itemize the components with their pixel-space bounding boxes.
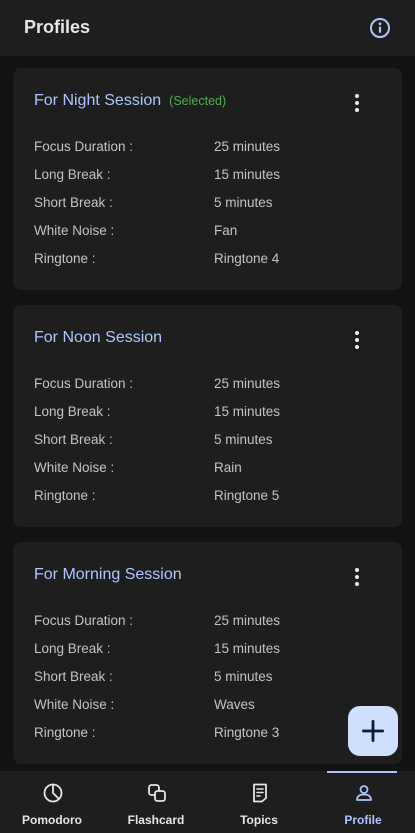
detail-value: Ringtone 5 — [214, 487, 280, 503]
person-icon — [353, 782, 375, 804]
detail-label: Ringtone : — [34, 250, 96, 266]
detail-value: 25 minutes — [214, 375, 281, 391]
detail-value: 25 minutes — [214, 138, 281, 154]
detail-value: 5 minutes — [214, 431, 273, 447]
profile-card[interactable]: For Noon Session Focus Duration : 25 minu… — [13, 305, 402, 527]
detail-value: 5 minutes — [214, 668, 273, 684]
flashcard-icon — [146, 782, 168, 804]
profile-details: Focus Duration : 25 minutes Long Break : 1… — [34, 132, 384, 272]
detail-row: Ringtone : Ringtone 5 — [34, 481, 384, 509]
detail-row: Ringtone : Ringtone 3 — [34, 718, 384, 746]
info-icon[interactable] — [369, 17, 391, 39]
detail-value: 15 minutes — [214, 166, 281, 182]
profile-card-header: For Morning Session — [34, 566, 182, 584]
detail-label: Short Break : — [34, 194, 113, 210]
profile-list[interactable]: For Night Session (Selected) Focus Durat… — [0, 56, 415, 771]
detail-label: Ringtone : — [34, 487, 96, 503]
detail-row: Focus Duration : 25 minutes — [34, 369, 384, 397]
detail-row: Short Break : 5 minutes — [34, 188, 384, 216]
nav-item-flashcard[interactable]: Flashcard — [104, 771, 208, 833]
page-title: Profiles — [24, 17, 91, 37]
nav-item-profile[interactable]: Profile — [311, 771, 415, 833]
nav-label: Topics — [240, 813, 278, 827]
profile-card-header: For Noon Session — [34, 329, 162, 347]
detail-label: Long Break : — [34, 640, 111, 656]
detail-row: Short Break : 5 minutes — [34, 425, 384, 453]
detail-label: Short Break : — [34, 668, 113, 684]
detail-value: Ringtone 4 — [214, 250, 280, 266]
detail-value: 5 minutes — [214, 194, 273, 210]
detail-value: Fan — [214, 222, 238, 238]
plus-icon — [362, 720, 384, 742]
detail-value: 25 minutes — [214, 612, 281, 628]
more-options-icon[interactable] — [347, 328, 367, 352]
profile-title: For Noon Session — [34, 329, 163, 346]
detail-row: White Noise : Fan — [34, 216, 384, 244]
app-root: Profiles For Night Session (Selected) Fo… — [0, 0, 415, 833]
app-bar: Profiles — [0, 0, 415, 56]
detail-row: Long Break : 15 minutes — [34, 634, 384, 662]
bottom-navigation: Pomodoro Flashcard Topics Profile — [0, 771, 415, 833]
detail-label: Focus Duration : — [34, 612, 134, 628]
profile-details: Focus Duration : 25 minutes Long Break : 1… — [34, 606, 384, 746]
detail-value: Rain — [214, 459, 242, 475]
detail-row: White Noise : Waves — [34, 690, 384, 718]
detail-label: Long Break : — [34, 403, 111, 419]
detail-label: White Noise : — [34, 222, 115, 238]
detail-value: 15 minutes — [214, 640, 281, 656]
add-profile-button[interactable] — [348, 706, 398, 756]
detail-row: Short Break : 5 minutes — [34, 662, 384, 690]
detail-label: Ringtone : — [34, 724, 96, 740]
profile-card-header: For Night Session (Selected) — [34, 92, 226, 110]
nav-label: Profile — [344, 813, 382, 827]
profile-title: For Night Session — [34, 92, 162, 109]
nav-item-pomodoro[interactable]: Pomodoro — [0, 771, 104, 833]
nav-label: Pomodoro — [22, 813, 82, 827]
detail-row: Long Break : 15 minutes — [34, 160, 384, 188]
more-options-icon[interactable] — [347, 565, 367, 589]
document-icon — [249, 782, 271, 804]
detail-label: White Noise : — [34, 696, 115, 712]
detail-label: Focus Duration : — [34, 138, 134, 154]
detail-label: Focus Duration : — [34, 375, 134, 391]
more-options-icon[interactable] — [347, 91, 367, 115]
detail-row: Ringtone : Ringtone 4 — [34, 244, 384, 272]
detail-row: Focus Duration : 25 minutes — [34, 606, 384, 634]
selected-badge: (Selected) — [169, 94, 227, 108]
detail-label: Short Break : — [34, 431, 113, 447]
detail-value: 15 minutes — [214, 403, 281, 419]
detail-row: Focus Duration : 25 minutes — [34, 132, 384, 160]
nav-item-topics[interactable]: Topics — [207, 771, 311, 833]
profile-details: Focus Duration : 25 minutes Long Break : 1… — [34, 369, 384, 509]
profile-card[interactable]: For Night Session (Selected) Focus Durat… — [13, 68, 402, 290]
detail-label: Long Break : — [34, 166, 111, 182]
detail-row: Long Break : 15 minutes — [34, 397, 384, 425]
detail-row: White Noise : Rain — [34, 453, 384, 481]
profile-card[interactable]: For Morning Session Focus Duration : 25 m… — [13, 542, 402, 764]
nav-label: Flashcard — [127, 813, 185, 827]
profile-title: For Morning Session — [34, 566, 182, 583]
pie-chart-icon — [42, 782, 64, 804]
detail-label: White Noise : — [34, 459, 115, 475]
